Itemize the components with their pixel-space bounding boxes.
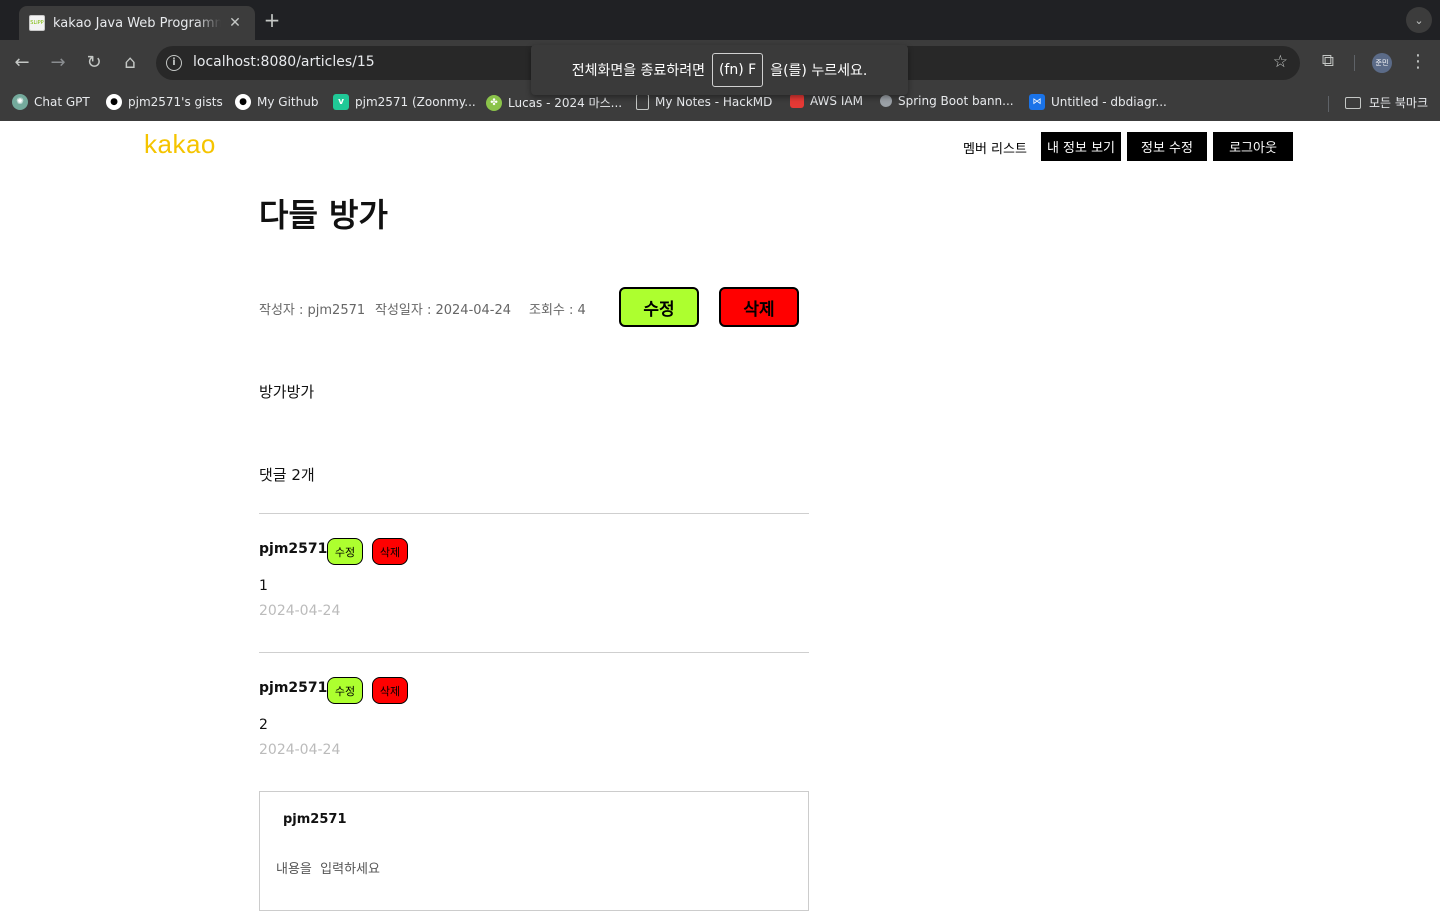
bookmark-aws-iam[interactable]: AWS IAM [790, 94, 863, 108]
new-tab-icon[interactable]: + [262, 9, 282, 31]
bookmark-spring-banner[interactable]: Spring Boot bann... [880, 94, 1014, 108]
comment-form: pjm2571 [259, 791, 809, 911]
toast-key: (fn) F [711, 53, 764, 87]
folder-icon [1345, 96, 1361, 109]
bookmark-gists[interactable]: ● pjm2571's gists [106, 94, 223, 110]
bookmark-label: Spring Boot bann... [898, 94, 1014, 108]
article-edit-button[interactable]: 수정 [619, 287, 699, 327]
bookmark-label: My Notes - HackMD [655, 95, 773, 109]
comment-author: pjm2571 [259, 680, 328, 696]
site-favicon-icon: SLiPP [29, 15, 45, 31]
bookmarks-divider [1328, 96, 1329, 112]
chatgpt-icon: ✺ [12, 94, 28, 110]
home-icon[interactable]: ⌂ [118, 51, 142, 75]
forward-arrow-icon[interactable]: → [46, 51, 70, 75]
globe-icon [880, 95, 892, 107]
article-date: 작성일자 : 2024-04-24 [375, 303, 512, 318]
divider [259, 513, 809, 514]
my-info-button[interactable]: 내 정보 보기 [1041, 132, 1121, 161]
browser-tab[interactable]: SLiPP kakao Java Web Programming ✕ [19, 6, 255, 40]
tab-search-chevron-icon[interactable]: ⌄ [1406, 7, 1432, 33]
fullscreen-exit-toast: 전체화면을 종료하려면 (fn) F 을(를) 누르세요. [531, 45, 908, 95]
article-author: 작성자 : pjm2571 [259, 303, 366, 318]
comment-edit-button[interactable]: 수정 [327, 538, 363, 565]
bookmark-chatgpt[interactable]: ✺ Chat GPT [12, 94, 90, 110]
kebab-menu-icon[interactable]: ⋮ [1408, 51, 1428, 72]
comment-delete-button[interactable]: 삭제 [372, 538, 408, 565]
bookmark-label: pjm2571 (Zoonmy... [355, 95, 476, 109]
logout-button[interactable]: 로그아웃 [1213, 132, 1293, 161]
github-icon: ● [106, 94, 122, 110]
profile-avatar[interactable]: 준민 [1372, 53, 1392, 73]
bookmark-dbdiagram[interactable]: ⋈ Untitled - dbdiagr... [1029, 94, 1167, 110]
comment-date: 2024-04-24 [259, 742, 341, 758]
dbdiagram-icon: ⋈ [1029, 94, 1045, 110]
comment-text: 2 [259, 717, 268, 733]
github-icon: ● [235, 94, 251, 110]
bookmark-label: AWS IAM [810, 94, 863, 108]
document-icon [636, 94, 649, 110]
bookmark-star-icon[interactable]: ☆ [1273, 52, 1288, 72]
site-info-icon[interactable]: i [166, 55, 182, 71]
comment-author: pjm2571 [259, 541, 328, 557]
comment-delete-button[interactable]: 삭제 [372, 677, 408, 704]
comment-count: 댓글 2개 [259, 466, 315, 484]
comment-form-author: pjm2571 [283, 812, 347, 827]
article-title: 다들 방가 [259, 196, 388, 234]
velog-icon: v [333, 94, 349, 110]
article-views: 조회수 : 4 [529, 303, 586, 318]
extensions-puzzle-icon[interactable]: ⧉ [1317, 51, 1339, 73]
edit-info-button[interactable]: 정보 수정 [1127, 132, 1207, 161]
reload-icon[interactable]: ↻ [82, 51, 106, 75]
kakao-logo[interactable]: kakao [144, 129, 216, 160]
close-tab-icon[interactable]: ✕ [227, 15, 243, 31]
toast-text-suffix: 을(를) 누르세요. [770, 63, 868, 79]
bookmark-lucas[interactable]: ✤ Lucas - 2024 마스... [486, 94, 622, 111]
url-text[interactable]: localhost:8080/articles/15 [193, 54, 375, 70]
article-delete-button[interactable]: 삭제 [719, 287, 799, 327]
back-arrow-icon[interactable]: ← [10, 51, 34, 75]
toolbar-divider [1354, 55, 1355, 71]
clover-icon: ✤ [486, 94, 502, 111]
all-bookmarks-folder[interactable]: 모든 북마크 [1345, 94, 1428, 111]
bookmark-label: pjm2571's gists [128, 95, 223, 109]
bookmark-hackmd[interactable]: My Notes - HackMD [636, 94, 772, 110]
member-list-link[interactable]: 멤버 리스트 [963, 138, 1027, 157]
comment-text: 1 [259, 578, 268, 594]
bookmark-label: Lucas - 2024 마스... [508, 96, 623, 110]
toast-text-prefix: 전체화면을 종료하려면 [571, 63, 705, 79]
comment-edit-button[interactable]: 수정 [327, 677, 363, 704]
comment-input[interactable] [276, 862, 776, 877]
bookmark-label: Chat GPT [34, 95, 90, 109]
page: kakao 멤버 리스트 내 정보 보기 정보 수정 로그아웃 다들 방가 작성… [0, 121, 1440, 911]
bookmark-velog[interactable]: v pjm2571 (Zoonmy... [333, 94, 476, 110]
bookmark-label: My Github [257, 95, 319, 109]
bookmark-label: 모든 북마크 [1369, 96, 1429, 110]
bookmark-label: Untitled - dbdiagr... [1051, 95, 1167, 109]
aws-iam-icon [790, 94, 804, 108]
tab-strip: SLiPP kakao Java Web Programming ✕ + ⌄ [0, 0, 1440, 40]
bookmark-github[interactable]: ● My Github [235, 94, 318, 110]
divider [259, 652, 809, 653]
article-content: 방가방가 [259, 383, 315, 401]
tab-title: kakao Java Web Programming [53, 15, 221, 31]
comment-date: 2024-04-24 [259, 603, 341, 619]
